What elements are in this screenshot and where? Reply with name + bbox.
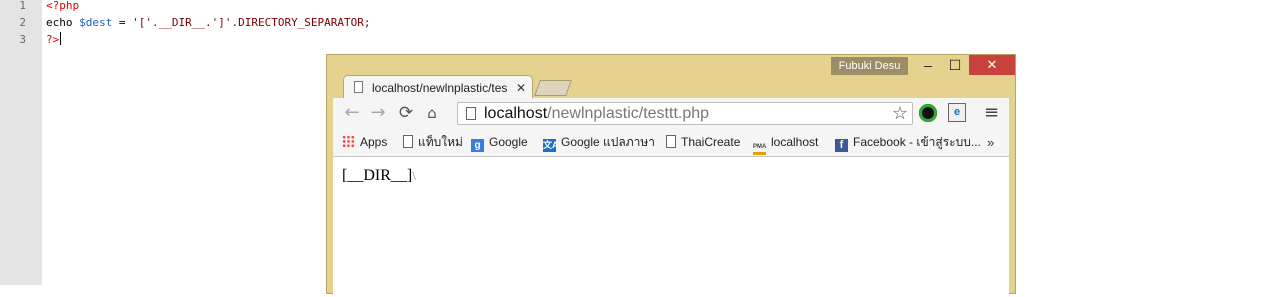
page-icon [666, 135, 676, 148]
bookmark-new-tab[interactable]: แท็บใหม่ [403, 129, 463, 157]
back-arrow-icon[interactable]: ← [341, 102, 363, 124]
bookmark-localhost[interactable]: PMA localhost [753, 129, 818, 157]
forward-arrow-icon[interactable]: → [367, 102, 389, 124]
directory-separator-text: \ [412, 168, 416, 183]
code-line-1[interactable]: <?php [46, 0, 79, 14]
browser-tab[interactable]: localhost/newlnplastic/tes ✕ [343, 75, 533, 99]
profile-name[interactable]: Fubuki Desu [831, 57, 908, 75]
page-output: [__DIR__]\ [342, 166, 416, 186]
bookmarks-bar: Apps แท็บใหม่ g Google 文A Google แปลภาษา T… [333, 129, 1009, 157]
page-icon [403, 135, 413, 148]
bookmark-star-icon[interactable]: ☆ [892, 103, 908, 124]
apps-icon [342, 135, 355, 148]
ie-tab-extension-icon[interactable]: e [948, 103, 966, 122]
google-icon: g [471, 139, 484, 152]
address-host: localhost [484, 105, 548, 122]
variable-dest: $dest [79, 16, 113, 29]
minimize-button[interactable]: – [915, 55, 941, 75]
page-viewport: [__DIR__]\ [333, 157, 1009, 297]
echo-keyword: echo [46, 16, 80, 29]
bookmark-label: ThaiCreate [681, 135, 741, 149]
line-number: 3 [19, 33, 26, 46]
page-icon [354, 81, 363, 93]
line-number-gutter: 1 2 3 [0, 0, 42, 285]
facebook-icon: f [835, 139, 848, 152]
browser-toolbar: ← → ⟳ ⌂ localhost/newlnplastic/testtt.ph… [333, 98, 1009, 129]
line-number: 1 [19, 0, 26, 12]
home-icon[interactable]: ⌂ [421, 102, 443, 124]
code-line-2[interactable]: echo $dest = '['.__DIR__.']'.DIRECTORY_S… [46, 14, 371, 31]
address-bar[interactable]: localhost/newlnplastic/testtt.php ☆ [457, 102, 913, 125]
text-caret [60, 32, 62, 45]
bookmark-facebook[interactable]: f Facebook - เข้าสู่ระบบ... [835, 129, 981, 157]
expression: '['.__DIR__.']'.DIRECTORY_SEPARATOR; [132, 16, 371, 29]
close-window-button[interactable]: ✕ [969, 55, 1015, 75]
php-open-tag: <?php [46, 0, 80, 12]
bookmark-label: แท็บใหม่ [418, 135, 463, 149]
address-url[interactable]: localhost/newlnplastic/testtt.php [484, 103, 709, 124]
dir-output-text: [__DIR__] [342, 167, 413, 184]
bookmark-thaicreate[interactable]: ThaiCreate [666, 129, 740, 157]
browser-window: Fubuki Desu – ☐ ✕ localhost/newlnplastic… [326, 54, 1016, 297]
extension-icon[interactable] [919, 104, 937, 122]
bookmark-apps[interactable]: Apps [342, 129, 387, 157]
line-number: 2 [19, 16, 26, 29]
page-icon [466, 107, 476, 120]
bookmark-label: Apps [360, 135, 388, 149]
more-bookmarks-chevron-icon[interactable]: » [987, 129, 994, 156]
bookmark-label: Google [489, 135, 528, 149]
bookmark-google[interactable]: g Google [471, 129, 528, 157]
maximize-button[interactable]: ☐ [941, 55, 969, 75]
new-tab-button[interactable] [534, 80, 572, 96]
assign-operator: = [112, 16, 133, 29]
bookmark-label: Facebook - เข้าสู่ระบบ... [853, 135, 981, 149]
bookmark-google-translate[interactable]: 文A Google แปลภาษา [543, 129, 655, 157]
address-path: /newlnplastic/testtt.php [547, 105, 710, 122]
bookmark-label: Google แปลภาษา [561, 135, 656, 149]
reload-icon[interactable]: ⟳ [395, 102, 417, 124]
bookmark-label: localhost [771, 135, 819, 149]
menu-icon[interactable]: ≡ [984, 102, 999, 124]
translate-icon: 文A [543, 139, 559, 152]
phpmyadmin-icon: PMA [753, 142, 766, 155]
code-line-3[interactable]: ?> [46, 31, 62, 48]
php-close-tag: ?> [46, 33, 60, 46]
